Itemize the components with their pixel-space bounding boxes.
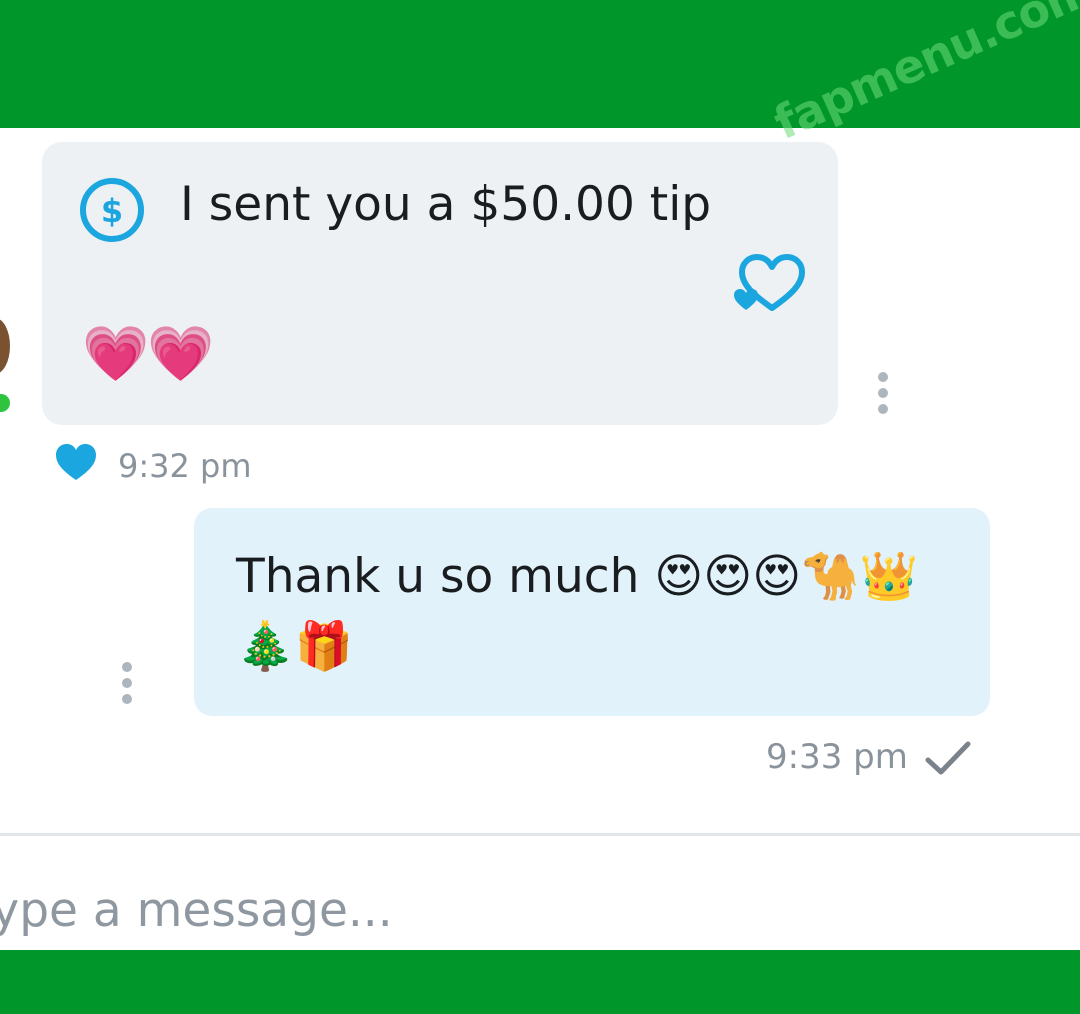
sent-more-icon[interactable] xyxy=(120,662,134,706)
received-more-icon[interactable] xyxy=(876,372,890,416)
liked-heart-icon[interactable] xyxy=(54,442,98,482)
message-input[interactable] xyxy=(0,870,1030,950)
tip-message-text: I sent you a $50.00 tip xyxy=(180,177,712,232)
composer-divider xyxy=(0,833,1080,836)
tip-emojis: 💗💗 xyxy=(82,322,214,385)
check-icon xyxy=(925,741,971,775)
dollar-icon: $ xyxy=(80,178,144,242)
sent-message-text: Thank u so much 😍😍😍🐪👑🎄🎁 xyxy=(236,549,919,674)
like-outline-icon[interactable] xyxy=(732,252,806,314)
sent-message-time: 9:33 pm xyxy=(766,737,908,777)
svg-text:$: $ xyxy=(101,192,123,230)
received-message-time: 9:32 pm xyxy=(118,447,252,485)
bottom-bar xyxy=(0,950,1080,1014)
